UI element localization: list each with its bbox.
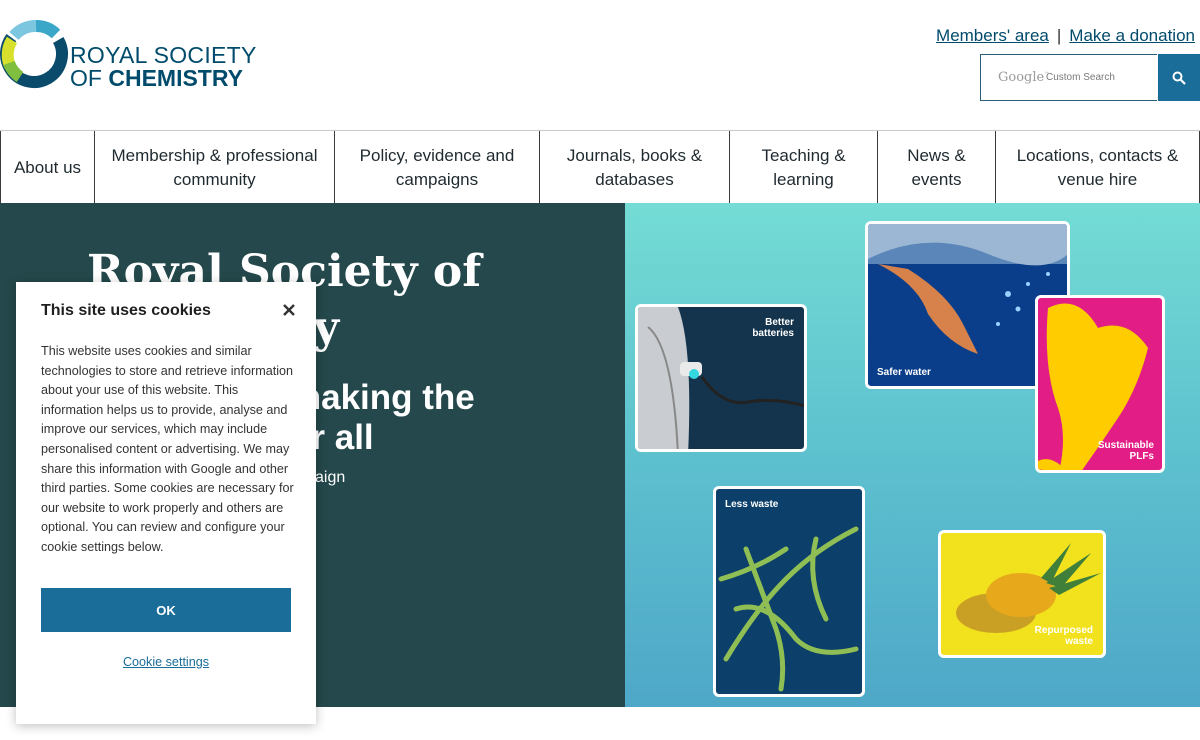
logo-text: ROYAL SOCIETY OF CHEMISTRY [70, 44, 257, 90]
hero-subtitle: making the or all [290, 378, 475, 457]
cookie-body: This website uses cookies and similar te… [41, 344, 294, 554]
cookie-close-button[interactable] [282, 301, 296, 321]
site-search: Google™ Custom Search [980, 54, 1200, 101]
make-donation-link[interactable]: Make a donation [1069, 26, 1195, 45]
close-icon [283, 304, 295, 316]
card-better-batteries[interactable]: Better batteries [635, 304, 807, 452]
nav-membership[interactable]: Membership & professional community [94, 131, 334, 204]
cookie-ok-button[interactable]: OK [41, 588, 291, 632]
top-links: Members' area | Make a donation [936, 26, 1195, 46]
card-better-batteries-label: Better batteries [752, 317, 794, 339]
cookie-dialog: This site uses cookies This website uses… [16, 282, 316, 724]
card-sustainable-plfs-label: Sustainable PLFs [1097, 440, 1154, 462]
top-links-separator: | [1056, 26, 1062, 45]
logo-line-2-prefix: OF [70, 65, 109, 91]
google-word: Google [998, 70, 1045, 85]
main-nav: About us Membership & professional commu… [0, 130, 1200, 204]
card-sustainable-plfs[interactable]: Sustainable PLFs [1035, 295, 1165, 473]
site-header: ROYAL SOCIETY OF CHEMISTRY Members' area… [0, 0, 1200, 130]
card-repurposed-waste-label: Repurposed waste [1034, 625, 1093, 647]
hero-image-panel: Better batteries Safer water Sustainable… [625, 203, 1200, 707]
custom-search-watermark: Custom Search [1046, 72, 1115, 83]
cookie-title: This site uses cookies [41, 302, 211, 319]
google-watermark: Google™ [998, 70, 1049, 85]
search-button[interactable] [1158, 54, 1200, 101]
nav-teaching[interactable]: Teaching & learning [729, 131, 877, 204]
nav-journals[interactable]: Journals, books & databases [539, 131, 729, 204]
logo-line-1: ROYAL SOCIETY [70, 42, 257, 68]
nav-policy[interactable]: Policy, evidence and campaigns [334, 131, 539, 204]
rsc-logo[interactable]: ROYAL SOCIETY OF CHEMISTRY [0, 14, 270, 94]
search-input[interactable]: Google™ Custom Search [980, 54, 1157, 101]
nav-locations[interactable]: Locations, contacts & venue hire [995, 131, 1200, 204]
logo-line-2-bold: CHEMISTRY [108, 65, 243, 91]
card-less-waste[interactable]: Less waste [713, 486, 865, 697]
card-safer-water-label: Safer water [877, 367, 931, 378]
search-icon [1172, 71, 1186, 85]
nav-news-events[interactable]: News & events [877, 131, 995, 204]
seaweed-image [718, 526, 859, 692]
cookie-settings-link[interactable]: Cookie settings [16, 655, 316, 669]
card-repurposed-waste[interactable]: Repurposed waste [938, 530, 1106, 658]
card-less-waste-label: Less waste [725, 499, 779, 510]
nav-about-us[interactable]: About us [0, 131, 94, 204]
logo-line-2: OF CHEMISTRY [70, 67, 257, 90]
members-area-link[interactable]: Members' area [936, 26, 1049, 45]
rsc-logo-icon [0, 20, 68, 88]
